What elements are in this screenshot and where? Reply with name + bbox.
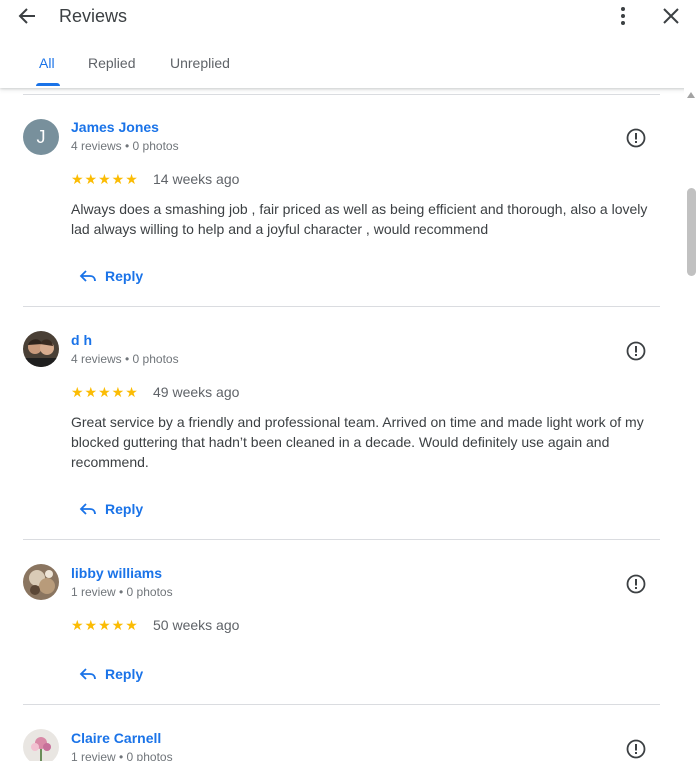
active-tab-indicator <box>36 83 60 86</box>
reply-icon <box>79 503 96 515</box>
reviewer-meta: 1 review • 0 photos <box>71 585 173 599</box>
close-button[interactable] <box>657 2 685 30</box>
reviewer-name[interactable]: libby williams <box>71 564 162 582</box>
review-time: 49 weeks ago <box>153 384 240 400</box>
report-review-button[interactable] <box>623 571 649 597</box>
report-review-button[interactable] <box>623 736 649 761</box>
divider <box>23 306 660 307</box>
report-review-button[interactable] <box>623 125 649 151</box>
report-icon <box>626 128 646 148</box>
close-icon <box>663 8 679 24</box>
scrollbar-thumb[interactable] <box>687 188 696 276</box>
review-text: Great service by a friendly and professi… <box>71 414 644 470</box>
divider <box>23 704 660 705</box>
review-time: 50 weeks ago <box>153 617 240 633</box>
star-rating: ★★★★★ <box>71 384 139 400</box>
reviewer-name[interactable]: James Jones <box>71 118 159 136</box>
more-vert-icon <box>621 7 625 25</box>
tab-all[interactable]: All <box>39 48 55 86</box>
report-icon <box>626 574 646 594</box>
reply-label: Reply <box>105 666 144 682</box>
star-rating: ★★★★★ <box>71 171 139 187</box>
reviews-list-scroll-area[interactable]: J James Jones 4 reviews • 0 photos ★★★★★… <box>0 88 699 761</box>
star-rating: ★★★★★ <box>71 617 139 633</box>
tab-replied[interactable]: Replied <box>88 48 135 86</box>
avatar-photo <box>23 331 59 367</box>
reviewer-name[interactable]: Claire Carnell <box>71 729 161 747</box>
avatar[interactable] <box>23 729 59 761</box>
page-title: Reviews <box>59 6 128 26</box>
review-time: 14 weeks ago <box>153 171 240 187</box>
avatar[interactable]: J <box>23 119 59 155</box>
report-icon <box>626 341 646 361</box>
divider <box>23 539 660 540</box>
tab-unreplied[interactable]: Unreplied <box>170 48 230 86</box>
reviewer-meta: 4 reviews • 0 photos <box>71 139 179 153</box>
avatar-photo <box>23 564 59 600</box>
back-button[interactable] <box>13 2 41 30</box>
reply-button[interactable]: Reply <box>78 663 143 685</box>
reviewer-meta: 1 review • 0 photos <box>71 750 173 761</box>
more-options-button[interactable] <box>611 2 635 30</box>
divider <box>23 94 660 95</box>
reply-icon <box>79 270 96 282</box>
reply-icon <box>79 668 96 680</box>
arrow-back-icon <box>18 8 35 24</box>
reply-button[interactable]: Reply <box>78 265 143 287</box>
review-text: Always does a smashing job , fair priced… <box>71 201 648 237</box>
reviews-header: Reviews All Replied Unreplied <box>0 0 699 88</box>
reply-label: Reply <box>105 268 144 284</box>
reviewer-name[interactable]: d h <box>71 331 92 349</box>
scroll-up-arrow-icon[interactable] <box>687 92 695 98</box>
reviewer-meta: 4 reviews • 0 photos <box>71 352 179 366</box>
avatar-letter: J <box>23 119 59 155</box>
report-review-button[interactable] <box>623 338 649 364</box>
scrollbar[interactable] <box>684 88 699 761</box>
reply-button[interactable]: Reply <box>78 498 143 520</box>
avatar[interactable] <box>23 331 59 367</box>
report-icon <box>626 739 646 759</box>
avatar-photo <box>23 729 59 761</box>
avatar[interactable] <box>23 564 59 600</box>
reply-label: Reply <box>105 501 144 517</box>
